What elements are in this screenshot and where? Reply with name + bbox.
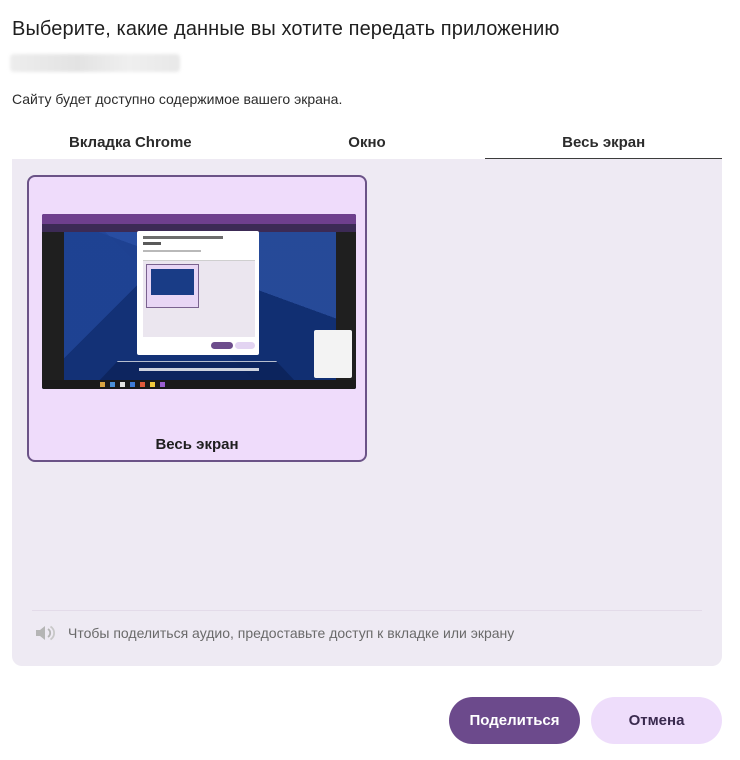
sources-panel: Весь экран Чтобы поделиться аудио, предо… (12, 159, 722, 666)
thumb-taskbar (42, 380, 356, 389)
source-tabs: Вкладка Chrome Окно Весь экран (12, 125, 722, 160)
thumb-mini-widget (314, 330, 352, 378)
tab-entire-screen[interactable]: Весь экран (485, 125, 722, 160)
audio-info-text: Чтобы поделиться аудио, предоставьте дос… (68, 625, 515, 641)
audio-info-row: Чтобы поделиться аудио, предоставьте дос… (34, 623, 514, 643)
thumb-mini-cancel-button (235, 342, 255, 349)
tab-window[interactable]: Окно (249, 125, 486, 159)
thumb-taskbar-app (150, 382, 155, 387)
share-dialog: Выберите, какие данные вы хотите передат… (0, 0, 740, 760)
thumb-mini-panel (143, 261, 255, 337)
thumb-mini-share-button (211, 342, 233, 349)
thumb-mini-card (146, 264, 199, 308)
thumb-mini-subtitle (143, 250, 201, 252)
speaker-muted-icon (36, 625, 56, 641)
dialog-title: Выберите, какие данные вы хотите передат… (12, 18, 560, 40)
thumb-notice (98, 361, 296, 382)
dialog-subtitle: Сайту будет доступно содержимое вашего э… (12, 91, 343, 107)
source-card-label: Весь экран (155, 436, 239, 453)
thumb-mini-dialog (137, 231, 259, 355)
cancel-button[interactable]: Отмена (591, 697, 722, 744)
thumb-mini-title-2 (143, 242, 161, 245)
thumb-browser-tabbar (42, 214, 356, 224)
thumb-mini-preview (151, 269, 194, 295)
source-card-entire-screen[interactable]: Весь экран (27, 175, 367, 462)
screen-thumbnail (42, 214, 356, 389)
audio-divider (32, 610, 702, 611)
thumb-taskbar-app (160, 382, 165, 387)
site-origin-blurred (10, 54, 180, 72)
thumb-taskbar-app (130, 382, 135, 387)
thumb-taskbar-app (120, 382, 125, 387)
thumb-side-left (42, 232, 64, 380)
thumb-notice-text (139, 368, 259, 371)
share-button[interactable]: Поделиться (449, 697, 580, 744)
thumb-mini-title (143, 236, 223, 239)
thumb-taskbar-app (110, 382, 115, 387)
thumb-taskbar-app (100, 382, 105, 387)
tab-chrome-tab[interactable]: Вкладка Chrome (12, 125, 249, 159)
thumb-taskbar-app (140, 382, 145, 387)
